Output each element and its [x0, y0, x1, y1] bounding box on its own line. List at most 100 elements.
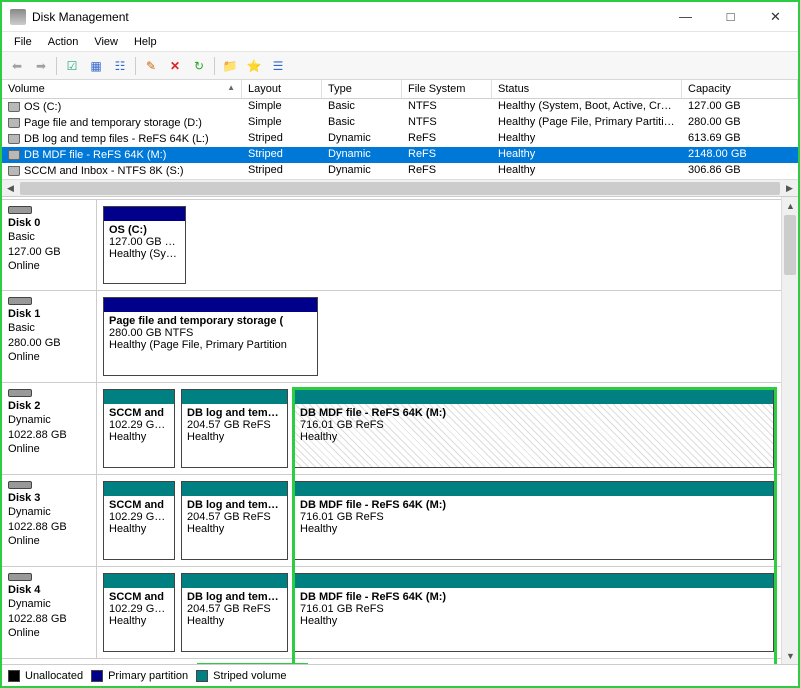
scroll-right-icon[interactable]: ▶ [781, 180, 798, 197]
partition-size: 204.57 GB ReFS [187, 419, 282, 431]
partition-title: DB MDF file - ReFS 64K (M:) [300, 499, 768, 511]
legend-swatch-unallocated [8, 670, 20, 682]
disk-info[interactable]: Disk 1Basic280.00 GBOnline [2, 291, 97, 382]
volume-fs: ReFS [402, 131, 492, 147]
partition-color-bar [295, 574, 773, 588]
partition[interactable]: Page file and temporary storage (280.00 … [103, 297, 318, 376]
volume-row[interactable]: DB MDF file - ReFS 64K (M:)StripedDynami… [2, 147, 798, 163]
grid-icon: ▦ [90, 59, 101, 73]
menu-view[interactable]: View [86, 34, 126, 50]
forward-button[interactable]: ➡ [30, 55, 52, 77]
volume-capacity: 306.86 GB [682, 163, 798, 179]
close-button[interactable]: ✕ [753, 2, 798, 32]
partition-body: DB log and temp files -204.57 GB ReFSHea… [182, 496, 287, 559]
partition-title: DB MDF file - ReFS 64K (M:) [300, 591, 768, 603]
scroll-up-icon[interactable]: ▲ [782, 197, 798, 214]
volume-capacity: 280.00 GB [682, 115, 798, 131]
disk-size: 1022.88 GB [8, 520, 90, 534]
toolbar-graphical-view[interactable]: ▦ [85, 55, 107, 77]
toolbar-refresh[interactable]: ✎ [140, 55, 162, 77]
col-layout[interactable]: Layout [242, 80, 322, 98]
toolbar-properties[interactable]: 📁 [219, 55, 241, 77]
minimize-button[interactable]: — [663, 2, 708, 32]
disk-name: Disk 1 [8, 308, 40, 320]
partition-size: 716.01 GB ReFS [300, 511, 768, 523]
volume-fs: NTFS [402, 99, 492, 115]
partition[interactable]: SCCM and102.29 GB NHealthy [103, 481, 175, 560]
scroll-thumb[interactable] [20, 182, 780, 195]
partition-color-bar [104, 390, 174, 404]
toolbar-more[interactable]: ☰ [267, 55, 289, 77]
partition-color-bar [104, 482, 174, 496]
partition[interactable]: DB log and temp files -204.57 GB ReFSHea… [181, 573, 288, 652]
disk-state: Online [8, 350, 90, 364]
volume-name: SCCM and Inbox - NTFS 8K (S:) [2, 163, 242, 179]
arrow-right-icon: ➡ [36, 59, 46, 73]
toolbar-help[interactable]: ⭐ [243, 55, 265, 77]
col-fs[interactable]: File System [402, 80, 492, 98]
partition[interactable]: DB MDF file - ReFS 64K (M:)716.01 GB ReF… [294, 481, 774, 560]
disk-info[interactable]: Disk 2Dynamic1022.88 GBOnline [2, 383, 97, 474]
toolbar-rescan[interactable]: ↻ [188, 55, 210, 77]
drive-icon [8, 150, 20, 160]
partition[interactable]: DB log and temp files -204.57 GB ReFSHea… [181, 481, 288, 560]
maximize-button[interactable]: □ [708, 2, 753, 32]
volume-layout: Simple [242, 115, 322, 131]
disk-row: Disk 3Dynamic1022.88 GBOnlineSCCM and102… [2, 475, 781, 567]
drive-icon [8, 118, 20, 128]
disk-partitions: Page file and temporary storage (280.00 … [97, 291, 781, 382]
partition-body: DB MDF file - ReFS 64K (M:)716.01 GB ReF… [295, 496, 773, 559]
partition[interactable]: SCCM and102.29 GB NHealthy [103, 389, 175, 468]
partition-color-bar [182, 482, 287, 496]
scroll-thumb[interactable] [784, 215, 796, 275]
partition[interactable]: DB MDF file - ReFS 64K (M:)716.01 GB ReF… [294, 573, 774, 652]
partition[interactable]: OS (C:)127.00 GB NTFHealthy (System [103, 206, 186, 284]
partition-title: SCCM and [109, 591, 169, 603]
col-capacity[interactable]: Capacity [682, 80, 798, 98]
toolbar-settings[interactable]: ☑ [61, 55, 83, 77]
horizontal-scrollbar[interactable]: ◀ ▶ [2, 179, 798, 196]
disk-icon [8, 389, 32, 397]
scroll-left-icon[interactable]: ◀ [2, 180, 19, 197]
menu-help[interactable]: Help [126, 34, 165, 50]
col-type[interactable]: Type [322, 80, 402, 98]
partition-title: DB log and temp files - [187, 591, 282, 603]
legend-label-striped: Striped volume [213, 670, 286, 682]
volume-row[interactable]: Page file and temporary storage (D:)Simp… [2, 115, 798, 131]
partition-title: OS (C:) [109, 224, 180, 236]
partition-color-bar [104, 207, 185, 221]
partition-status: Healthy [300, 615, 768, 627]
volume-fs: NTFS [402, 115, 492, 131]
toolbar-list-view[interactable]: ☷ [109, 55, 131, 77]
disk-icon [8, 481, 32, 489]
menu-action[interactable]: Action [40, 34, 87, 50]
partition-body: SCCM and102.29 GB NHealthy [104, 404, 174, 467]
volume-name: OS (C:) [2, 99, 242, 115]
menu-file[interactable]: File [6, 34, 40, 50]
partition[interactable]: DB log and temp files -204.57 GB ReFSHea… [181, 389, 288, 468]
disk-info[interactable]: Disk 4Dynamic1022.88 GBOnline [2, 567, 97, 658]
volume-row[interactable]: SCCM and Inbox - NTFS 8K (S:)StripedDyna… [2, 163, 798, 179]
back-button[interactable]: ⬅ [6, 55, 28, 77]
volume-row[interactable]: OS (C:)SimpleBasicNTFSHealthy (System, B… [2, 99, 798, 115]
partition-status: Healthy (Page File, Primary Partition [109, 339, 312, 351]
col-status[interactable]: Status [492, 80, 682, 98]
disk-kind: Dynamic [8, 413, 90, 427]
volume-row[interactable]: DB log and temp files - ReFS 64K (L:)Str… [2, 131, 798, 147]
partition-title: SCCM and [109, 499, 169, 511]
disk-name: Disk 3 [8, 492, 40, 504]
toolbar-delete[interactable]: ✕ [164, 55, 186, 77]
scroll-down-icon[interactable]: ▼ [782, 647, 798, 664]
disk-kind: Basic [8, 230, 90, 244]
disk-info[interactable]: Disk 3Dynamic1022.88 GBOnline [2, 475, 97, 566]
vertical-scrollbar[interactable]: ▲ ▼ [781, 197, 798, 664]
volume-layout: Striped [242, 147, 322, 163]
disk-row: Disk 2Dynamic1022.88 GBOnlineSCCM and102… [2, 383, 781, 475]
disk-info[interactable]: Disk 0Basic127.00 GBOnline [2, 200, 97, 290]
volume-capacity: 613.69 GB [682, 131, 798, 147]
volume-name: DB log and temp files - ReFS 64K (L:) [2, 131, 242, 147]
col-volume[interactable]: Volume [2, 80, 242, 98]
partition[interactable]: DB MDF file - ReFS 64K (M:)716.01 GB ReF… [294, 389, 774, 468]
partition[interactable]: SCCM and102.29 GB NHealthy [103, 573, 175, 652]
reload-icon: ↻ [194, 59, 204, 73]
